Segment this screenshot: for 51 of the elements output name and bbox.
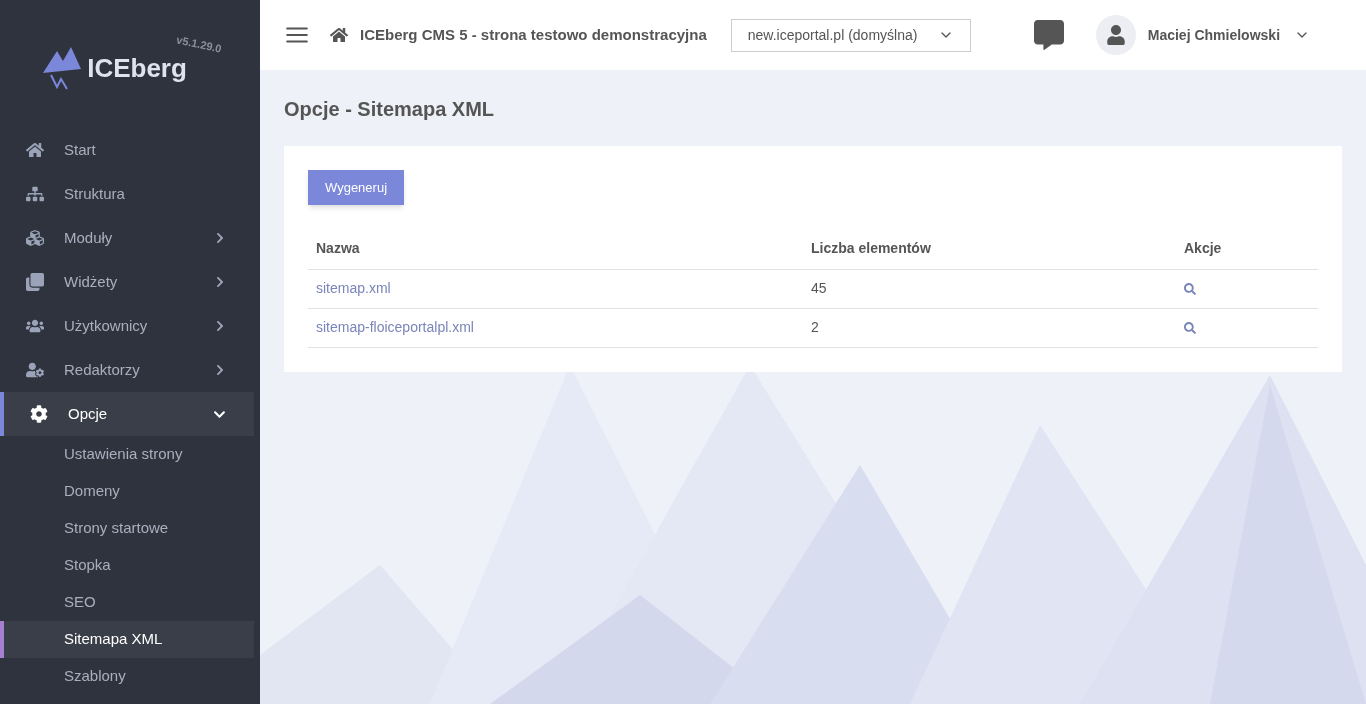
submenu-item[interactable]: Stopka (0, 547, 254, 584)
sidebar-label: Widżety (64, 271, 119, 292)
users-gear-icon (26, 361, 44, 379)
chevron-right-icon (214, 320, 226, 332)
table-cell: 2 (803, 308, 1176, 347)
user-menu[interactable]: Maciej Chmielowski (1147, 24, 1311, 46)
column-header: Liczba elementów (803, 229, 1176, 269)
user-icon (1105, 25, 1126, 45)
settings-icon (30, 405, 48, 423)
chat-icon[interactable] (1033, 20, 1064, 50)
sidebar-label: Moduły (64, 227, 114, 248)
sidebar-item[interactable]: Opcje (0, 392, 254, 436)
chevron-right-icon (214, 276, 226, 288)
sidebar-item[interactable]: Widżety (0, 260, 254, 304)
tree-icon (26, 185, 44, 203)
sidebar-item[interactable]: Redaktorzy (0, 348, 254, 392)
chevron-right-icon (214, 232, 226, 244)
table-cell: 45 (803, 269, 1176, 308)
sidebar-label: Start (64, 139, 97, 160)
column-header: Akcje (1176, 229, 1318, 269)
sidebar-label: Opcje (68, 403, 109, 424)
sidebar-item[interactable]: Użytkownicy (0, 304, 254, 348)
submenu-item[interactable]: SEO (0, 584, 254, 621)
sidebar-item[interactable]: Struktura (0, 172, 254, 216)
submenu-item[interactable]: Domeny (0, 473, 254, 510)
users-icon (26, 317, 44, 335)
generate-button[interactable]: Wygeneruj (308, 170, 405, 205)
domain-select[interactable]: new.iceportal.pl (domyślna) (730, 18, 971, 52)
site-title: ICEberg CMS 5 - strona testowo demonstracyjna (360, 24, 707, 45)
home-icon[interactable] (330, 26, 348, 44)
sidebar-item[interactable]: Start (0, 128, 254, 172)
sidebar-item[interactable]: Moduły (0, 216, 254, 260)
submenu-item[interactable]: Ustawienia strony (0, 436, 254, 473)
column-header: Nazwa (308, 229, 803, 269)
submenu-item[interactable]: Szablony (0, 658, 254, 695)
sidebar-label: Użytkownicy (64, 315, 149, 336)
cubes-icon (26, 229, 44, 247)
sidebar-label: Struktura (64, 183, 126, 204)
search-icon[interactable] (1184, 282, 1196, 295)
file-link[interactable]: sitemap.xml (316, 280, 391, 296)
submenu-item[interactable]: Sitemapa XML (0, 621, 254, 658)
home-icon (26, 141, 44, 159)
chevron-right-icon (214, 364, 226, 376)
iceberg-logo-icon (43, 45, 84, 91)
file-link[interactable]: sitemap-floiceportalpl.xml (316, 319, 474, 335)
submenu-item[interactable]: Strony startowe (0, 510, 254, 547)
windows-icon (26, 273, 44, 291)
sidebar-label: Redaktorzy (64, 359, 141, 380)
avatar[interactable] (1095, 15, 1136, 55)
page-title: Opcje - Sitemapa XML (284, 97, 496, 122)
search-icon[interactable] (1184, 321, 1196, 334)
